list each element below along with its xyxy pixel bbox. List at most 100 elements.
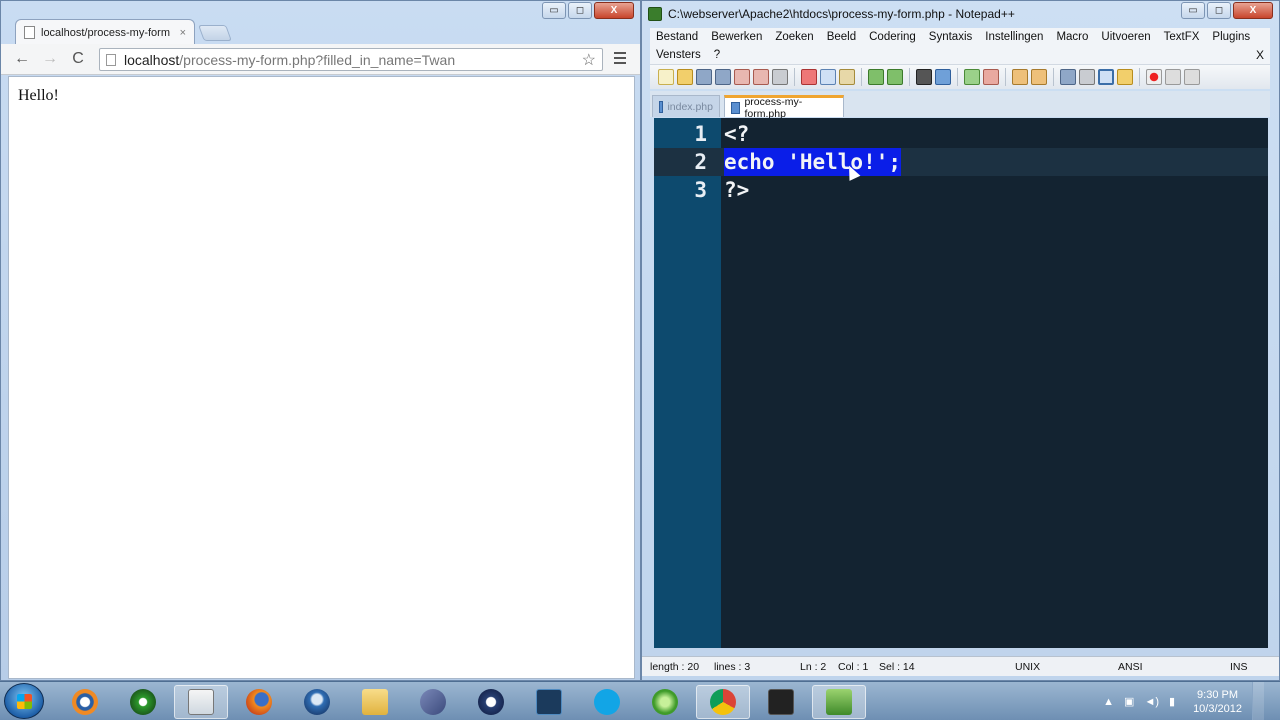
show-desktop-button[interactable] — [1252, 682, 1264, 720]
volume-icon[interactable]: ◄) — [1144, 696, 1159, 708]
copy-icon[interactable] — [820, 69, 836, 85]
toolbar-separator — [957, 68, 958, 86]
taskbar-app-skype[interactable] — [580, 685, 634, 719]
toolbar-separator — [1139, 68, 1140, 86]
minimize-button[interactable]: ▭ — [1181, 2, 1205, 19]
bookmark-star-icon[interactable]: ☆ — [582, 50, 596, 70]
show-all-chars-icon[interactable] — [1079, 69, 1095, 85]
npp-window-controls: ▭ ◻ X — [1181, 2, 1273, 19]
paste-icon[interactable] — [839, 69, 855, 85]
back-button[interactable]: ← — [13, 50, 31, 68]
close-document-button[interactable]: X — [1256, 48, 1264, 62]
menu-row-2: Vensters ? — [650, 46, 1270, 64]
status-lines: lines : 3 — [714, 661, 751, 673]
status-eol-format: UNIX — [1015, 661, 1041, 673]
start-button[interactable] — [4, 683, 44, 719]
clock-date: 10/3/2012 — [1193, 702, 1242, 715]
tab-close-icon[interactable]: × — [180, 27, 186, 39]
brackets-icon — [768, 689, 794, 715]
menu-instellingen[interactable]: Instellingen — [985, 31, 1043, 43]
save-icon[interactable] — [696, 69, 712, 85]
menu-syntaxis[interactable]: Syntaxis — [929, 31, 972, 43]
indent-guide-icon[interactable] — [1098, 69, 1114, 85]
icon-toolbar — [650, 64, 1270, 89]
maximize-button[interactable]: ◻ — [1207, 2, 1231, 19]
reload-button[interactable]: C — [69, 50, 87, 68]
taskbar-app-blender[interactable] — [58, 685, 112, 719]
notepadpp-app-icon — [648, 7, 662, 21]
show-hidden-icons-icon[interactable]: ▲ — [1103, 696, 1114, 708]
browser-tab[interactable]: localhost/process-my-form × — [15, 19, 195, 45]
minimize-button[interactable]: ▭ — [542, 2, 566, 19]
taskbar-app-task-manager[interactable] — [174, 685, 228, 719]
menu-beeld[interactable]: Beeld — [827, 31, 856, 43]
record-macro-icon[interactable] — [1146, 69, 1162, 85]
taskbar-app-dolphin[interactable] — [406, 685, 460, 719]
address-bar[interactable]: localhost/process-my-form.php?filled_in_… — [99, 48, 603, 71]
zoom-out-icon[interactable] — [983, 69, 999, 85]
menu-textfx[interactable]: TextFX — [1164, 31, 1200, 43]
save-all-icon[interactable] — [715, 69, 731, 85]
taskbar-app-thunderbird[interactable] — [290, 685, 344, 719]
print-icon[interactable] — [772, 69, 788, 85]
close-all-icon[interactable] — [753, 69, 769, 85]
taskbar-app-explorer[interactable] — [348, 685, 402, 719]
network-icon[interactable]: ▣ — [1124, 695, 1134, 708]
tab-label: process-my-form.php — [744, 95, 803, 120]
document-tabs: index.php process-my-form.php — [650, 91, 1270, 120]
menu-bar: Bestand Bewerken Zoeken Beeld Codering S… — [650, 28, 1270, 64]
word-wrap-icon[interactable] — [1060, 69, 1076, 85]
toolbar-separator — [1005, 68, 1006, 86]
undo-icon[interactable] — [868, 69, 884, 85]
redo-icon[interactable] — [887, 69, 903, 85]
close-file-icon[interactable] — [734, 69, 750, 85]
menu-plugins[interactable]: Plugins — [1212, 31, 1250, 43]
page-icon — [24, 26, 35, 39]
sync-horizontal-icon[interactable] — [1031, 69, 1047, 85]
menu-vensters[interactable]: Vensters — [656, 49, 701, 61]
menu-bestand[interactable]: Bestand — [656, 31, 698, 43]
close-button[interactable]: X — [594, 2, 634, 19]
taskbar-app-brackets[interactable] — [754, 685, 808, 719]
open-file-icon[interactable] — [677, 69, 693, 85]
status-line-number: Ln : 2 — [800, 661, 827, 673]
menu-zoeken[interactable]: Zoeken — [775, 31, 813, 43]
menu-help[interactable]: ? — [714, 49, 720, 61]
code-editor[interactable]: 1 <? 2 echo 'Hello!'; 3 ?> — [654, 118, 1268, 648]
taskbar-app-keepass[interactable] — [464, 685, 518, 719]
sync-scroll-icon[interactable] — [1012, 69, 1028, 85]
tab-index-php[interactable]: index.php — [652, 95, 720, 117]
close-button[interactable]: X — [1233, 2, 1273, 19]
power-icon[interactable]: ▮ — [1169, 695, 1175, 708]
taskbar-app-chrome[interactable] — [696, 685, 750, 719]
maximize-button[interactable]: ◻ — [568, 2, 592, 19]
selected-code-text: echo 'Hello!'; — [724, 148, 902, 176]
tab-process-my-form-php[interactable]: process-my-form.php — [724, 95, 844, 120]
menu-macro[interactable]: Macro — [1056, 31, 1088, 43]
media-player-icon — [130, 689, 156, 715]
forward-button[interactable]: → — [41, 50, 59, 68]
photoshop-icon — [536, 689, 562, 715]
page-content: Hello! — [8, 76, 635, 679]
taskbar-app-firefox[interactable] — [232, 685, 286, 719]
stop-macro-icon[interactable] — [1165, 69, 1181, 85]
find-icon[interactable] — [916, 69, 932, 85]
taskbar-app-sidebar[interactable] — [638, 685, 692, 719]
code-line: 1 <? — [654, 120, 1268, 148]
menu-codering[interactable]: Codering — [869, 31, 916, 43]
cut-icon[interactable] — [801, 69, 817, 85]
new-tab-button[interactable] — [198, 25, 232, 41]
replace-icon[interactable] — [935, 69, 951, 85]
taskbar-app-photoshop[interactable] — [522, 685, 576, 719]
new-file-icon[interactable] — [658, 69, 674, 85]
taskbar-app-media[interactable] — [116, 685, 170, 719]
clock[interactable]: 9:30 PM 10/3/2012 — [1193, 688, 1242, 716]
menu-uitvoeren[interactable]: Uitvoeren — [1101, 31, 1150, 43]
doc-map-icon[interactable] — [1117, 69, 1133, 85]
taskbar-app-notepadpp[interactable] — [812, 685, 866, 719]
menu-bewerken[interactable]: Bewerken — [711, 31, 762, 43]
system-tray: ▲ ▣ ◄) ▮ 9:30 PM 10/3/2012 — [1103, 682, 1280, 720]
chrome-menu-icon[interactable] — [614, 52, 626, 67]
zoom-in-icon[interactable] — [964, 69, 980, 85]
play-macro-icon[interactable] — [1184, 69, 1200, 85]
